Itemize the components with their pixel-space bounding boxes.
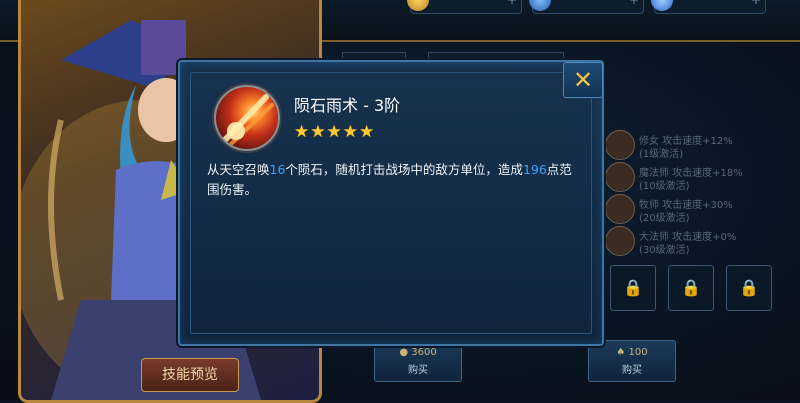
add-gold-icon[interactable]: + <box>507 0 517 7</box>
medal-icon: ♠ <box>616 347 626 358</box>
buy-button-gold[interactable]: ● 3600 购买 <box>374 340 462 382</box>
unit-avatar <box>605 226 635 256</box>
skill-description: 从天空召唤16个陨石，随机打击战场中的敌方单位，造成196点范围伤害。 <box>207 160 583 200</box>
skill-preview-button[interactable]: 技能预览 <box>141 358 239 392</box>
bonus-level-text: (30级激活) <box>639 245 690 256</box>
close-icon: ✕ <box>572 66 594 94</box>
add-gem-icon[interactable]: + <box>751 0 761 7</box>
energy-currency: + <box>529 0 644 14</box>
close-button[interactable]: ✕ <box>563 62 603 98</box>
meteor-count-value: 16 <box>269 162 286 177</box>
locked-slot[interactable]: 🔒 <box>668 265 714 311</box>
star-rating: ★★★★★ <box>294 122 376 142</box>
buy-label: 购买 <box>622 365 642 376</box>
bonus-level-text: (1级激活) <box>639 149 684 160</box>
energy-icon <box>529 0 551 11</box>
gem-currency: + <box>651 0 766 14</box>
list-item: 牧师 攻击速度+30% (20级激活) <box>605 194 785 224</box>
gold-currency: + <box>407 0 522 14</box>
buy-button-medal[interactable]: ♠ 100 购买 <box>588 340 676 382</box>
bonus-level-text: (10级激活) <box>639 181 690 192</box>
damage-value: 196 <box>522 162 547 177</box>
skill-bonus-list: 修女 攻击速度+12% (1级激活) 魔法师 攻击速度+18% (10级激活) … <box>605 130 785 258</box>
skill-title: 陨石雨术 - 3阶 <box>294 96 401 115</box>
lock-icon: 🔒 <box>623 278 643 297</box>
buy-label: 购买 <box>408 365 428 376</box>
list-item: 大法师 攻击速度+0% (30级激活) <box>605 226 785 256</box>
gem-icon <box>651 0 673 11</box>
lock-icon: 🔒 <box>739 278 759 297</box>
add-energy-icon[interactable]: + <box>629 0 639 7</box>
gold-coin-icon: ● <box>399 347 409 358</box>
lock-icon: 🔒 <box>681 278 701 297</box>
list-item: 修女 攻击速度+12% (1级激活) <box>605 130 785 160</box>
unit-avatar <box>605 130 635 160</box>
unit-avatar <box>605 162 635 192</box>
locked-slot[interactable]: 🔒 <box>726 265 772 311</box>
price-text: 100 <box>628 347 648 358</box>
desc-text: 从天空召唤 <box>207 162 270 177</box>
price-text: 3600 <box>411 347 437 358</box>
meteor-skill-icon <box>214 85 280 151</box>
gold-coin-icon <box>407 0 429 11</box>
desc-text: 个陨石，随机打击战场中的敌方单位，造成 <box>285 162 523 177</box>
unit-avatar <box>605 194 635 224</box>
locked-slot[interactable]: 🔒 <box>610 265 656 311</box>
list-item: 魔法师 攻击速度+18% (10级激活) <box>605 162 785 192</box>
bonus-level-text: (20级激活) <box>639 213 690 224</box>
